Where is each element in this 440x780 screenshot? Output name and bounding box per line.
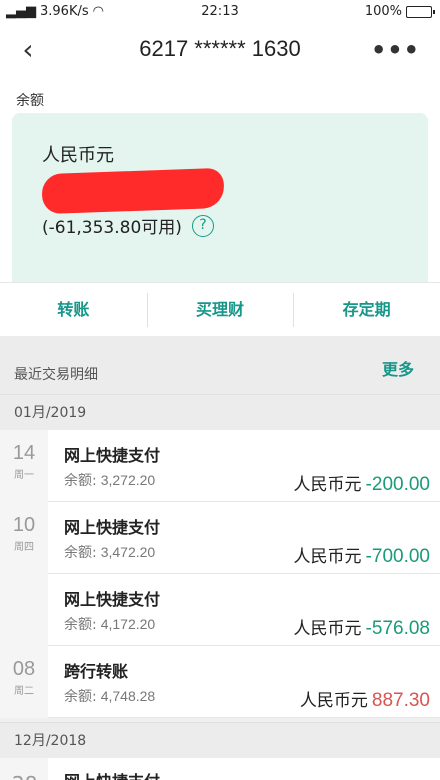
date-column: 08 周二 xyxy=(0,646,48,718)
transaction-row[interactable]: 08 周二 跨行转账 余额: 4,748.28 人民币元 887.30 xyxy=(0,646,440,718)
battery-icon xyxy=(406,5,435,18)
balance-after: 余额: 3,472.20 xyxy=(64,544,156,561)
weekday: 周四 xyxy=(14,542,34,553)
battery-percent: 100% xyxy=(364,4,402,19)
transaction-amount: 人民币元 -200.00 xyxy=(293,474,430,495)
date-column xyxy=(0,574,48,646)
transaction-title: 网上快捷支付 xyxy=(64,768,160,780)
transaction-title: 网上快捷支付 xyxy=(64,518,161,537)
nav-bar: ‹ 6217 ****** 1630 ••• xyxy=(0,24,440,78)
day-number: 14 xyxy=(12,442,36,464)
transactions-label: 最近交易明细 xyxy=(14,367,98,383)
more-transactions-link[interactable]: 更多 xyxy=(382,356,414,380)
transaction-row[interactable]: 28 网上快捷支付 xyxy=(0,758,440,780)
available-balance: (-61,353.80可用) ? xyxy=(42,213,214,238)
battery-indicator: 100% xyxy=(364,4,435,19)
currency-label: 人民币元 xyxy=(42,145,114,166)
balance-card: 人民币元 (-61,353.80可用) ? xyxy=(12,113,428,282)
buy-wealth-button[interactable]: 买理财 xyxy=(146,283,294,336)
transaction-amount: 人民币元 887.30 xyxy=(299,690,430,711)
date-column: 14 周一 xyxy=(0,430,48,502)
transaction-title: 网上快捷支付 xyxy=(64,446,161,465)
balance-after: 余额: 3,272.20 xyxy=(64,472,156,489)
day-number: 10 xyxy=(12,514,36,536)
help-icon[interactable]: ? xyxy=(191,214,214,237)
transaction-row[interactable]: 网上快捷支付 余额: 4,172.20 人民币元 -576.08 xyxy=(0,574,440,646)
more-options-button[interactable]: ••• xyxy=(371,36,420,64)
balance-heading: 余额 xyxy=(16,93,44,109)
quick-actions: 转账 买理财 存定期 xyxy=(0,282,440,336)
transaction-amount: 人民币元 -700.00 xyxy=(293,546,430,567)
day-number: 08 xyxy=(12,658,36,680)
transaction-title: 网上快捷支付 xyxy=(64,590,161,609)
status-bar: ▂▄▆ 3.96K/s ◠ 22:13 100% xyxy=(0,0,440,24)
transfer-button[interactable]: 转账 xyxy=(0,283,147,336)
weekday: 周二 xyxy=(14,686,34,697)
month-header: 01月/2019 xyxy=(0,394,440,430)
transaction-title: 跨行转账 xyxy=(64,662,129,681)
balance-after: 余额: 4,748.28 xyxy=(64,688,156,705)
redacted-balance xyxy=(41,167,225,215)
available-amount: (-61,353.80可用) xyxy=(42,218,182,238)
month-header: 12月/2018 xyxy=(0,722,440,758)
fixed-deposit-button[interactable]: 存定期 xyxy=(293,283,440,336)
transaction-row[interactable]: 14 周一 网上快捷支付 余额: 3,272.20 人民币元 -200.00 xyxy=(0,430,440,502)
day-number: 28 xyxy=(12,772,37,780)
transaction-row[interactable]: 10 周四 网上快捷支付 余额: 3,472.20 人民币元 -700.00 xyxy=(0,502,440,574)
date-column: 10 周四 xyxy=(0,502,48,574)
weekday: 周一 xyxy=(14,470,34,481)
transaction-amount: 人民币元 -576.08 xyxy=(293,618,430,639)
balance-after: 余额: 4,172.20 xyxy=(64,616,156,633)
transactions-header: 最近交易明细 更多 xyxy=(0,336,440,394)
balance-section: 余额 人民币元 (-61,353.80可用) ? xyxy=(0,78,440,282)
